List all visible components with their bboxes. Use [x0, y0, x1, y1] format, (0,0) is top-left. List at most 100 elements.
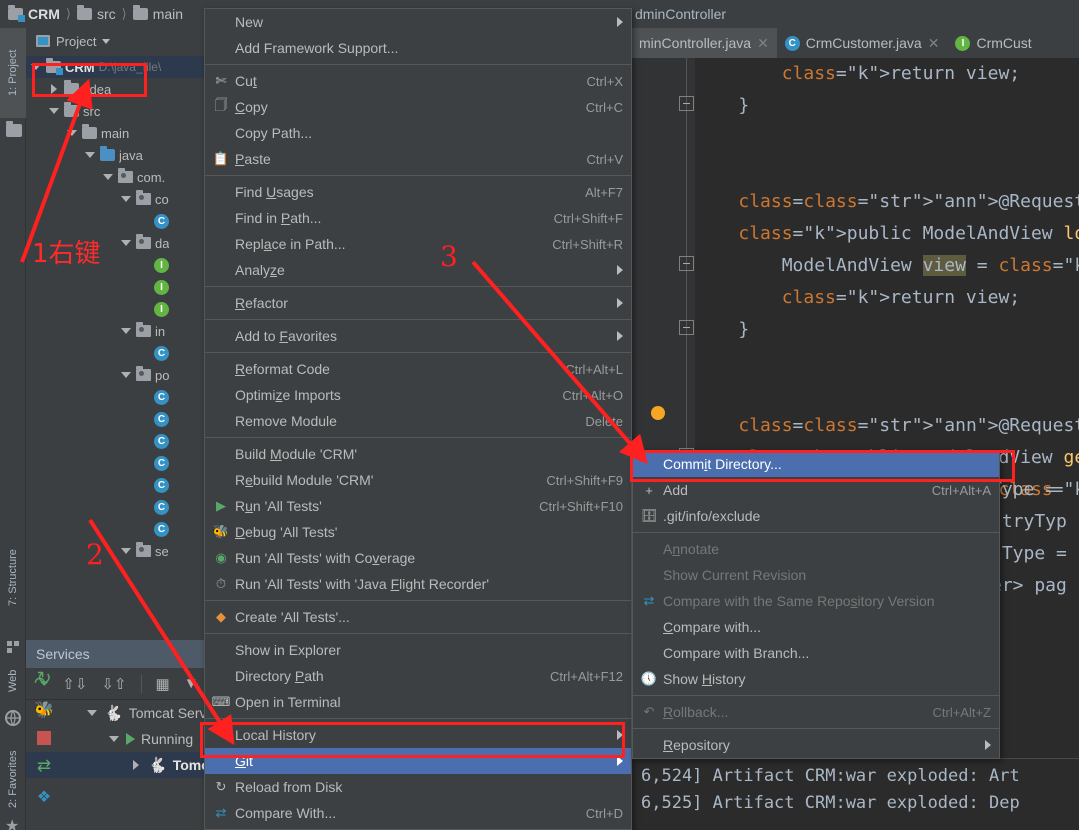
menu-item[interactable]: ↶ Rollback... Ctrl+Alt+Z	[633, 699, 999, 725]
menu-item[interactable]: ↻ Reload from Disk	[205, 774, 631, 800]
menu-item[interactable]: ⇄ Compare With... Ctrl+D	[205, 800, 631, 826]
menu-item[interactable]: Show in Explorer	[205, 637, 631, 663]
editor-tab[interactable]: C CrmCustomer.java ✕	[777, 28, 948, 58]
sidebar-item-favorites[interactable]: 2: Favorites	[0, 733, 26, 825]
tree-node[interactable]: C	[26, 342, 225, 364]
menu-item[interactable]: Find in Path... Ctrl+Shift+F	[205, 205, 631, 231]
tree-node[interactable]: C	[26, 430, 225, 452]
sidebar-item-web[interactable]: Web	[0, 653, 26, 709]
menu-item[interactable]: 📋 Paste Ctrl+V	[205, 146, 631, 172]
menu-item[interactable]: Repository	[633, 732, 999, 758]
menu-item[interactable]: Rebuild Module 'CRM' Ctrl+Shift+F9	[205, 467, 631, 493]
tree-node[interactable]: po	[26, 364, 225, 386]
menu-item[interactable]: + Add Ctrl+Alt+A	[633, 477, 999, 503]
menu-item[interactable]: ▶ Run 'All Tests' Ctrl+Shift+F10	[205, 493, 631, 519]
collapse-all-icon[interactable]: ⇩⇧	[101, 675, 126, 693]
tree-twisty-expanded[interactable]	[120, 548, 132, 554]
debug-icon[interactable]: 🐝	[34, 700, 54, 720]
tree-twisty-expanded[interactable]	[84, 152, 96, 158]
menu-item[interactable]: 🕔 Show History	[633, 666, 999, 692]
tree-node[interactable]: C	[26, 408, 225, 430]
restart-icon[interactable]: ↻	[36, 668, 51, 689]
tree-node[interactable]: C	[26, 496, 225, 518]
fold-marker-icon[interactable]	[679, 256, 694, 271]
chevron-down-icon[interactable]	[102, 39, 110, 44]
menu-item[interactable]: ⏱ Run 'All Tests' with 'Java Flight Reco…	[205, 571, 631, 597]
project-tree[interactable]: CRM D:\java_file\ .idea src main java co…	[26, 54, 225, 562]
menu-item[interactable]: Build Module 'CRM'	[205, 441, 631, 467]
tree-twisty-expanded[interactable]	[120, 328, 132, 334]
close-icon[interactable]: ✕	[928, 35, 940, 52]
menu-item[interactable]: Add Framework Support...	[205, 35, 631, 61]
context-menu[interactable]: New Add Framework Support... ✄ Cut Ctrl+…	[204, 8, 632, 830]
tree-node[interactable]: C	[26, 452, 225, 474]
close-icon[interactable]: ✕	[757, 35, 769, 52]
tree-twisty-expanded[interactable]	[120, 196, 132, 202]
tree-node[interactable]: C	[26, 210, 225, 232]
breadcrumb-item-main[interactable]: main	[133, 6, 183, 22]
menu-item[interactable]: Copy Path...	[205, 120, 631, 146]
menu-item[interactable]: ◆ Create 'All Tests'...	[205, 604, 631, 630]
menu-item[interactable]: ◉ Run 'All Tests' with Coverage	[205, 545, 631, 571]
menu-item[interactable]: Commit Directory...	[633, 451, 999, 477]
stop-icon[interactable]	[37, 731, 51, 745]
tree-node[interactable]: .idea	[26, 78, 225, 100]
tree-node[interactable]: I	[26, 276, 225, 298]
expand-all-icon[interactable]: ⇧⇩	[62, 675, 87, 693]
tree-twisty-expanded[interactable]	[120, 372, 132, 378]
intention-bulb-icon[interactable]	[651, 406, 665, 420]
menu-item[interactable]: 🗄 .git/info/exclude	[633, 503, 999, 529]
group-by-icon[interactable]: ▦	[156, 675, 170, 693]
tree-node[interactable]: C	[26, 518, 225, 540]
menu-item[interactable]: New	[205, 9, 631, 35]
settings-dots-icon[interactable]: ❖	[37, 787, 51, 807]
tree-twisty-expanded[interactable]	[102, 174, 114, 180]
filter-icon[interactable]: ▼	[184, 675, 199, 692]
editor-tab[interactable]: I CrmCust	[947, 28, 1039, 58]
menu-item[interactable]: 🗍 Copy Ctrl+C	[205, 94, 631, 120]
tree-twisty-expanded[interactable]	[66, 130, 78, 136]
project-panel-header[interactable]: Project	[26, 28, 225, 54]
menu-item[interactable]: Find Usages Alt+F7	[205, 179, 631, 205]
tree-node[interactable]: CRM D:\java_file\	[26, 56, 225, 78]
tree-twisty-collapsed[interactable]	[48, 84, 60, 94]
menu-item[interactable]: Git	[205, 748, 631, 774]
tree-node[interactable]: main	[26, 122, 225, 144]
tree-node[interactable]: java	[26, 144, 225, 166]
fold-marker-icon[interactable]	[679, 320, 694, 335]
tree-twisty-collapsed[interactable]	[130, 760, 142, 770]
git-submenu[interactable]: Commit Directory... + Add Ctrl+Alt+A 🗄 .…	[632, 450, 1000, 759]
menu-item[interactable]: ⇄ Compare with the Same Repository Versi…	[633, 588, 999, 614]
tree-node[interactable]: co	[26, 188, 225, 210]
sidebar-item-structure[interactable]: 7: Structure	[0, 518, 26, 638]
menu-item[interactable]: Optimize Imports Ctrl+Alt+O	[205, 382, 631, 408]
deploy-icon[interactable]: ⇄	[37, 756, 51, 776]
menu-item[interactable]: ✄ Cut Ctrl+X	[205, 68, 631, 94]
menu-item[interactable]: Add to Favorites	[205, 323, 631, 349]
breadcrumb-item-crm[interactable]: CRM	[8, 6, 60, 22]
menu-item[interactable]: Remove Module Delete	[205, 408, 631, 434]
tree-node[interactable]: I	[26, 298, 225, 320]
menu-item[interactable]: ⌨ Open in Terminal	[205, 689, 631, 715]
tree-twisty-expanded[interactable]	[108, 736, 120, 742]
tree-node[interactable]: com.	[26, 166, 225, 188]
menu-item[interactable]: Compare with Branch...	[633, 640, 999, 666]
menu-item[interactable]: Show Current Revision	[633, 562, 999, 588]
tree-node[interactable]: C	[26, 386, 225, 408]
sidebar-item-project[interactable]: 1: Project	[0, 28, 26, 118]
menu-item[interactable]: Annotate	[633, 536, 999, 562]
tree-node[interactable]: in	[26, 320, 225, 342]
menu-item[interactable]: Refactor	[205, 290, 631, 316]
menu-item[interactable]: 🐝 Debug 'All Tests'	[205, 519, 631, 545]
breadcrumb-item-src[interactable]: src	[77, 6, 116, 22]
menu-item[interactable]: Analyze	[205, 257, 631, 283]
tree-node[interactable]: se	[26, 540, 225, 562]
menu-item[interactable]: Replace in Path... Ctrl+Shift+R	[205, 231, 631, 257]
tree-node[interactable]: C	[26, 474, 225, 496]
editor-tab[interactable]: minController.java ✕	[631, 28, 777, 58]
tree-twisty-expanded[interactable]	[120, 240, 132, 246]
menu-item[interactable]: Reformat Code Ctrl+Alt+L	[205, 356, 631, 382]
tree-twisty-expanded[interactable]	[30, 64, 42, 70]
tree-node[interactable]: src	[26, 100, 225, 122]
menu-item[interactable]: Local History	[205, 722, 631, 748]
